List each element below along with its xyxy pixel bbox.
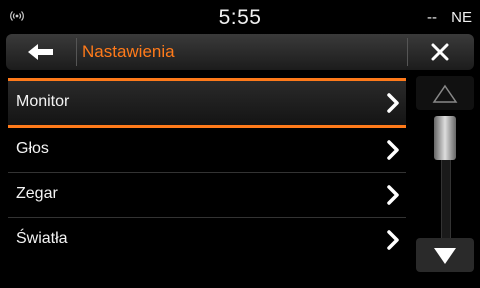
triangle-down-icon (434, 248, 456, 264)
scroll-up-button[interactable] (416, 76, 474, 110)
list-item-zegar[interactable]: Zegar (8, 173, 406, 218)
title-divider-left (76, 38, 77, 66)
list-item-glos[interactable]: Głos (8, 128, 406, 173)
clock: 5:55 (218, 6, 262, 29)
close-button[interactable] (408, 34, 474, 70)
status-indicators: -- NE (417, 9, 472, 26)
chevron-right-icon (387, 140, 399, 160)
status-indicator-left: -- (426, 9, 437, 26)
chevron-right-icon (387, 230, 399, 250)
list-item-label: Zegar (16, 185, 58, 202)
scrollbar[interactable] (416, 76, 474, 272)
list-item-label: Głos (16, 140, 49, 157)
list-item-label: Monitor (16, 93, 70, 110)
page-title: Nastawienia (82, 42, 175, 61)
compass-heading: NE (451, 9, 472, 26)
status-bar: 5:55 -- NE (0, 0, 480, 34)
scroll-down-button[interactable] (416, 238, 474, 272)
back-button[interactable] (6, 34, 76, 70)
back-arrow-icon (28, 44, 53, 60)
settings-list: Monitor Głos Zegar Światła (8, 78, 406, 262)
close-icon (431, 43, 449, 61)
list-item-monitor[interactable]: Monitor (8, 78, 406, 128)
list-item-swiatla[interactable]: Światła (8, 218, 406, 262)
chevron-right-icon (387, 93, 399, 113)
scroll-thumb[interactable] (434, 116, 456, 160)
chevron-right-icon (387, 185, 399, 205)
triangle-up-icon (432, 84, 458, 103)
list-item-label: Światła (16, 230, 68, 247)
title-bar: Nastawienia (6, 34, 474, 70)
